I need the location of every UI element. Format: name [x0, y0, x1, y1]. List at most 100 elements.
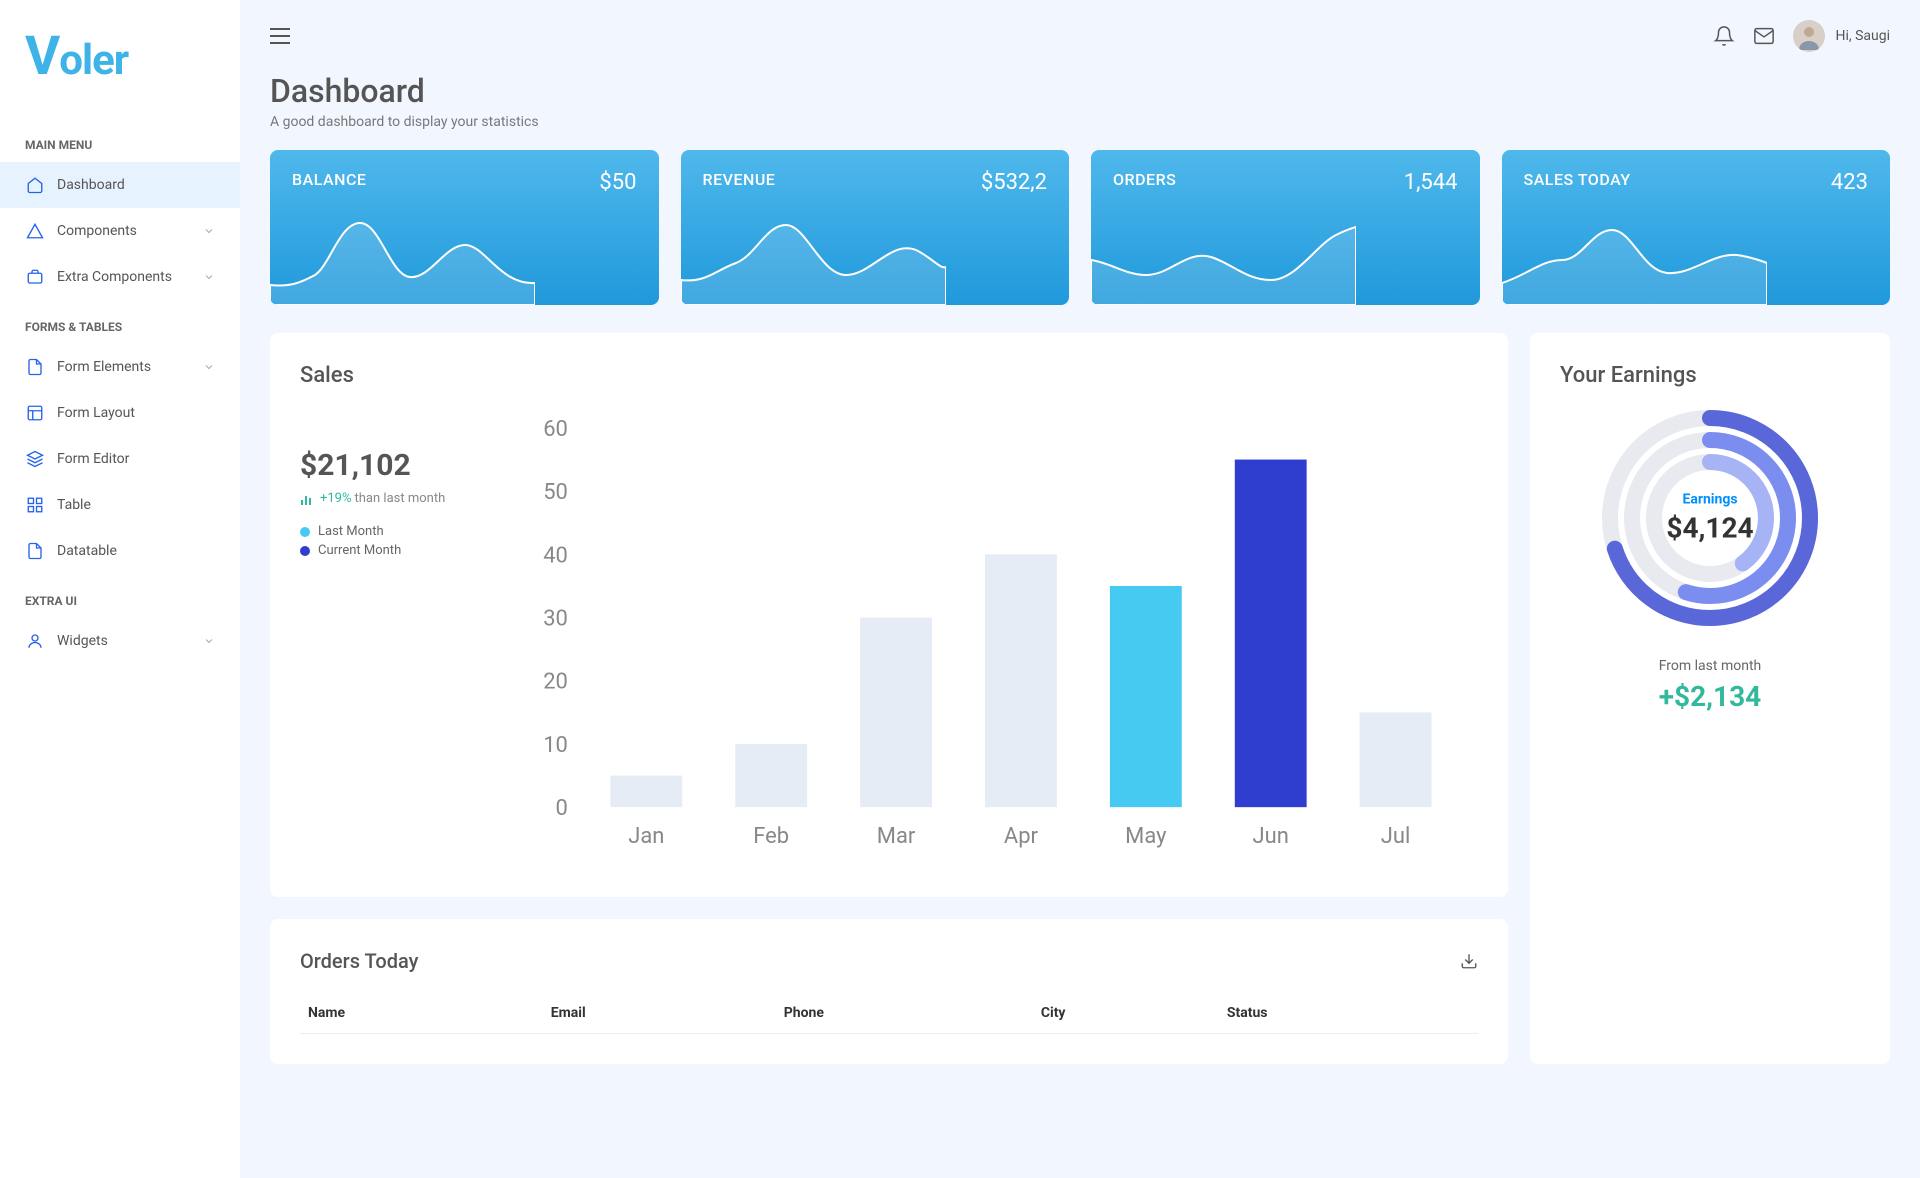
page-title: Dashboard	[270, 72, 1890, 110]
sales-title: Sales	[300, 363, 1478, 388]
sales-card: Sales $21,102 +19%than last month Last M…	[270, 333, 1508, 897]
user-menu[interactable]: Hi, Saugi	[1793, 20, 1890, 52]
stat-value: $532,2	[981, 170, 1047, 195]
sidebar-item-widgets[interactable]: Widgets	[0, 618, 240, 664]
table-header: Status	[1219, 993, 1478, 1034]
user-greeting: Hi, Saugi	[1835, 28, 1890, 44]
triangle-icon	[25, 221, 45, 241]
sales-bar-chart: 0 10 20 30 40 50 60 Jan Feb Mar Apr May Jun Jul	[520, 408, 1478, 867]
table-header: Email	[543, 993, 776, 1034]
file-icon	[25, 357, 45, 377]
svg-text:40: 40	[543, 543, 568, 568]
sidebar-item-label: Extra Components	[57, 269, 203, 285]
sidebar-item-label: Form Layout	[57, 405, 215, 421]
legend-item: Last Month	[300, 524, 490, 539]
svg-text:Jul: Jul	[1381, 824, 1411, 849]
avatar	[1793, 20, 1825, 52]
stat-label: ORDERS	[1113, 170, 1176, 195]
briefcase-icon	[25, 267, 45, 287]
svg-text:30: 30	[543, 607, 568, 632]
sidebar-item-label: Dashboard	[57, 177, 215, 193]
stat-label: REVENUE	[703, 170, 776, 195]
svg-text:Feb: Feb	[753, 824, 789, 849]
sparkline	[1091, 215, 1356, 305]
earnings-center-value: $4,124	[1666, 512, 1753, 545]
messages-icon[interactable]	[1753, 25, 1775, 47]
earnings-sub-value: +$2,134	[1560, 680, 1860, 713]
sidebar: Voler MAIN MENU Dashboard Components Extra …	[0, 0, 240, 1178]
svg-text:10: 10	[543, 733, 568, 758]
svg-text:50: 50	[543, 480, 568, 505]
sidebar-item-label: Datatable	[57, 543, 215, 559]
sidebar-item-dashboard[interactable]: Dashboard	[0, 162, 240, 208]
svg-text:Jan: Jan	[628, 824, 664, 849]
earnings-sub-label: From last month	[1560, 658, 1860, 674]
sidebar-item-table[interactable]: Table	[0, 482, 240, 528]
stat-value: 1,544	[1404, 170, 1458, 195]
grid-icon	[25, 495, 45, 515]
sidebar-item-label: Widgets	[57, 633, 203, 649]
earnings-center-label: Earnings	[1666, 492, 1753, 508]
stat-cards: BALANCE $50 REVENUE $532,2 ORDERS 1,544 SALES …	[270, 150, 1890, 305]
sidebar-item-label: Form Editor	[57, 451, 215, 467]
table-header: Name	[300, 993, 543, 1034]
earnings-radial-chart: Earnings $4,124	[1590, 398, 1830, 638]
orders-today-card: Orders Today NameEmailPhoneCityStatus	[270, 919, 1508, 1064]
stat-card-balance[interactable]: BALANCE $50	[270, 150, 659, 305]
main: Hi, Saugi Dashboard A good dashboard to …	[240, 0, 1920, 1178]
earnings-card: Your Earnings Earnings $4,124 From last …	[1530, 333, 1890, 1064]
menu-toggle-icon[interactable]	[270, 28, 290, 44]
stat-label: BALANCE	[292, 170, 366, 195]
stat-value: $50	[599, 170, 636, 195]
sidebar-item-datatable[interactable]: Datatable	[0, 528, 240, 574]
chevron-down-icon	[203, 635, 215, 647]
chevron-down-icon	[203, 225, 215, 237]
sidebar-item-form-editor[interactable]: Form Editor	[0, 436, 240, 482]
sidebar-item-form-elements[interactable]: Form Elements	[0, 344, 240, 390]
svg-text:0: 0	[556, 796, 568, 821]
user-icon	[25, 631, 45, 651]
sidebar-item-form-layout[interactable]: Form Layout	[0, 390, 240, 436]
sidebar-item-label: Components	[57, 223, 203, 239]
sparkline	[681, 215, 946, 305]
sparkline	[1502, 215, 1767, 305]
menu-section-title: MAIN MENU	[0, 138, 240, 162]
stat-card-revenue[interactable]: REVENUE $532,2	[681, 150, 1070, 305]
file-icon	[25, 541, 45, 561]
home-icon	[25, 175, 45, 195]
stat-label: SALES TODAY	[1524, 170, 1631, 195]
svg-text:60: 60	[543, 417, 568, 442]
sidebar-item-components[interactable]: Components	[0, 208, 240, 254]
chevron-down-icon	[203, 271, 215, 283]
chevron-down-icon	[203, 361, 215, 373]
legend-item: Current Month	[300, 543, 490, 558]
layers-icon	[25, 449, 45, 469]
earnings-title: Your Earnings	[1560, 363, 1860, 388]
sales-total: $21,102	[300, 448, 490, 483]
svg-text:20: 20	[543, 670, 568, 695]
menu-section-title: FORMS & TABLES	[0, 320, 240, 344]
page-subtitle: A good dashboard to display your statist…	[270, 114, 1890, 130]
logo[interactable]: Voler	[0, 25, 240, 118]
download-icon[interactable]	[1460, 952, 1478, 970]
table-header: City	[1033, 993, 1219, 1034]
stat-card-orders[interactable]: ORDERS 1,544	[1091, 150, 1480, 305]
layout-icon	[25, 403, 45, 423]
stat-card-sales-today[interactable]: SALES TODAY 423	[1502, 150, 1891, 305]
sidebar-item-label: Form Elements	[57, 359, 203, 375]
stat-value: 423	[1831, 170, 1868, 195]
menu-section-title: EXTRA UI	[0, 594, 240, 618]
notifications-icon[interactable]	[1713, 25, 1735, 47]
sales-delta: +19%than last month	[300, 491, 490, 506]
svg-text:Jun: Jun	[1253, 824, 1289, 849]
topbar: Hi, Saugi	[240, 0, 1920, 72]
table-header: Phone	[776, 993, 1033, 1034]
sidebar-item-extra-components[interactable]: Extra Components	[0, 254, 240, 300]
svg-text:May: May	[1125, 824, 1167, 849]
svg-text:Apr: Apr	[1004, 824, 1039, 849]
sidebar-item-label: Table	[57, 497, 215, 513]
orders-table: NameEmailPhoneCityStatus	[300, 993, 1478, 1034]
sparkline	[270, 215, 535, 305]
svg-text:Mar: Mar	[877, 824, 916, 849]
orders-today-title: Orders Today	[300, 949, 418, 973]
